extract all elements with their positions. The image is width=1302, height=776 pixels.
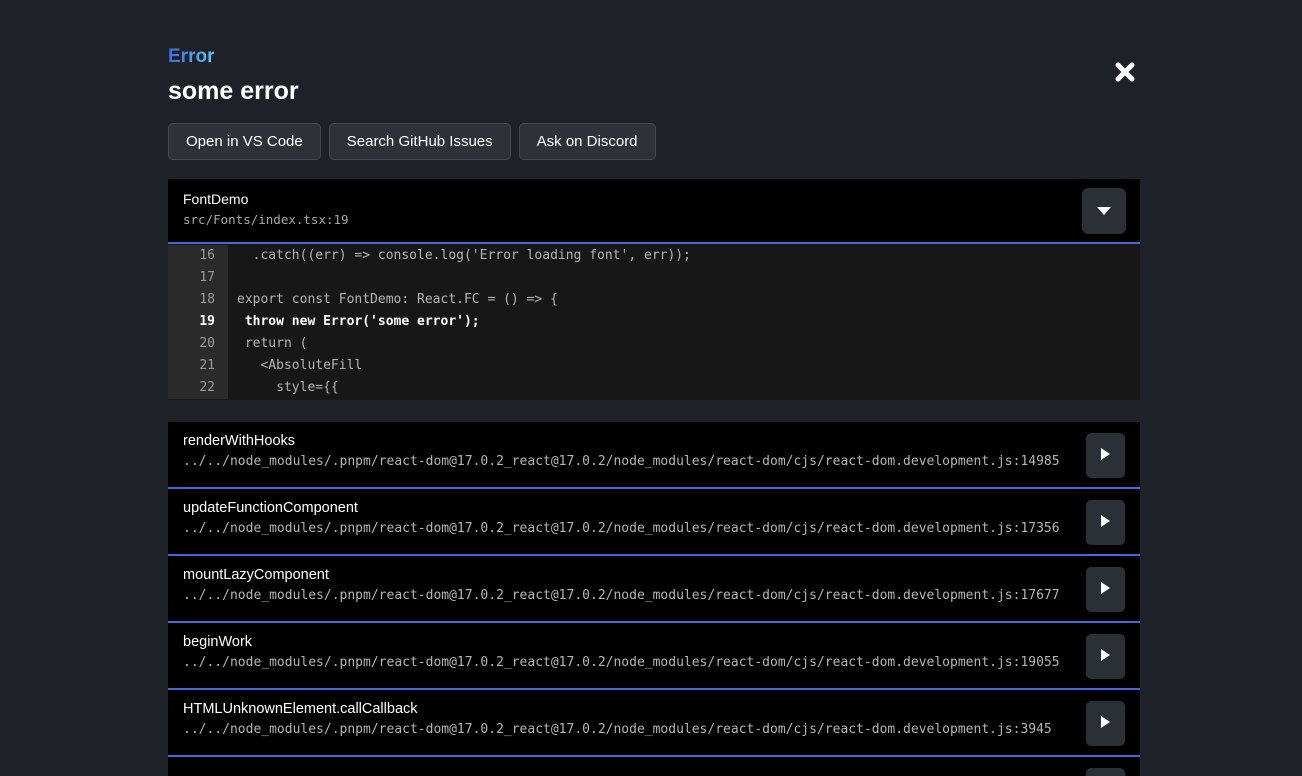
search-github-issues-button[interactable]: Search GitHub Issues [329, 123, 511, 160]
stack-frame-row: renderWithHooks ../../node_modules/.pnpm… [168, 422, 1140, 489]
expand-frame-button[interactable] [1086, 634, 1125, 679]
line-number: 19 [168, 311, 228, 333]
code-line-text: throw new Error('some error'); [228, 311, 480, 333]
expand-frame-button[interactable] [1086, 701, 1125, 746]
ask-on-discord-button[interactable]: Ask on Discord [519, 123, 656, 160]
line-number: 17 [168, 267, 228, 289]
play-icon [1101, 448, 1110, 463]
stack-trace-list: renderWithHooks ../../node_modules/.pnpm… [168, 422, 1140, 776]
stack-frame-row: HTMLUnknownElement.callCallback ../../no… [168, 690, 1140, 757]
stack-frame-path: ../../node_modules/.pnpm/react-dom@17.0.… [183, 521, 1070, 536]
play-icon [1101, 716, 1110, 731]
line-number: 20 [168, 333, 228, 355]
code-line-text: <AbsoluteFill [228, 355, 362, 377]
code-line-text: .catch((err) => console.log('Error loadi… [228, 245, 691, 267]
line-number: 16 [168, 245, 228, 267]
stack-frame-path: ../../node_modules/.pnpm/react-dom@17.0.… [183, 722, 1070, 737]
code-line-text: export const FontDemo: React.FC = () => … [228, 289, 558, 311]
code-row: 21 <AbsoluteFill [168, 355, 1140, 377]
line-number: 18 [168, 289, 228, 311]
error-type-label: Error [168, 46, 214, 68]
play-icon [1101, 582, 1110, 597]
code-snippet: 16 .catch((err) => console.log('Error lo… [168, 244, 1140, 400]
code-row: 16 .catch((err) => console.log('Error lo… [168, 245, 1140, 267]
stack-frame-path: ../../node_modules/.pnpm/react-dom@17.0.… [183, 588, 1070, 603]
stack-frame-row: beginWork ../../node_modules/.pnpm/react… [168, 623, 1140, 690]
error-overlay: Error some error Open in VS Code Search … [168, 0, 1140, 776]
action-button-row: Open in VS Code Search GitHub Issues Ask… [168, 123, 1140, 160]
code-row: 19 throw new Error('some error'); [168, 311, 1140, 333]
code-line-text [228, 267, 237, 289]
line-number: 21 [168, 355, 228, 377]
stack-frame-row: updateFunctionComponent ../../node_modul… [168, 489, 1140, 556]
expand-frame-button[interactable] [1086, 500, 1125, 545]
code-row: 22 style={{ [168, 377, 1140, 399]
code-line-text: style={{ [228, 377, 339, 399]
stack-frame-name: renderWithHooks [183, 433, 1070, 449]
code-frame-card: FontDemo src/Fonts/index.tsx:19 16 .catc… [168, 179, 1140, 400]
error-message-title: some error [168, 77, 1140, 106]
stack-frame-path: ../../node_modules/.pnpm/react-dom@17.0.… [183, 454, 1070, 469]
open-in-vscode-button[interactable]: Open in VS Code [168, 123, 321, 160]
stack-frame-name: updateFunctionComponent [183, 500, 1070, 516]
stack-frame-path: ../../node_modules/.pnpm/react-dom@17.0.… [183, 655, 1070, 670]
stack-frame-row: mountLazyComponent ../../node_modules/.p… [168, 556, 1140, 623]
play-icon [1101, 515, 1110, 530]
stack-frame-name: mountLazyComponent [183, 567, 1070, 583]
code-frame-location: src/Fonts/index.tsx:19 [183, 212, 1125, 227]
line-number: 22 [168, 377, 228, 399]
chevron-down-icon [1096, 204, 1112, 219]
code-row: 17 [168, 267, 1140, 289]
code-frame-title: FontDemo [183, 191, 1125, 207]
expand-frame-button[interactable] [1086, 433, 1125, 478]
stack-frame-name: beginWork [183, 634, 1070, 650]
code-frame-header: FontDemo src/Fonts/index.tsx:19 [168, 179, 1140, 244]
code-row: 18export const FontDemo: React.FC = () =… [168, 289, 1140, 311]
play-icon [1101, 649, 1110, 664]
stack-frame-name: HTMLUnknownElement.callCallback [183, 701, 1070, 717]
expand-frame-button[interactable] [1086, 567, 1125, 612]
collapse-code-button[interactable] [1082, 188, 1126, 234]
stack-frame-row [168, 757, 1140, 776]
code-line-text: return ( [228, 333, 307, 355]
expand-frame-button[interactable] [1086, 768, 1125, 776]
code-row: 20 return ( [168, 333, 1140, 355]
